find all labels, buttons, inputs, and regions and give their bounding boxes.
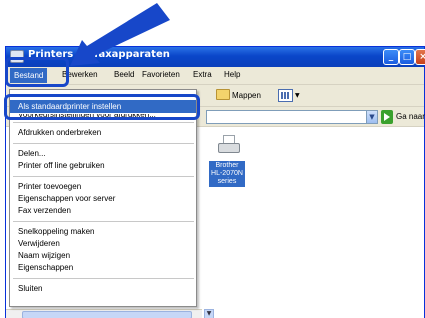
pointer-arrow-icon: [70, 3, 170, 66]
screenshot: Printers en faxapparaten _ □ × Bestand B…: [0, 0, 425, 318]
